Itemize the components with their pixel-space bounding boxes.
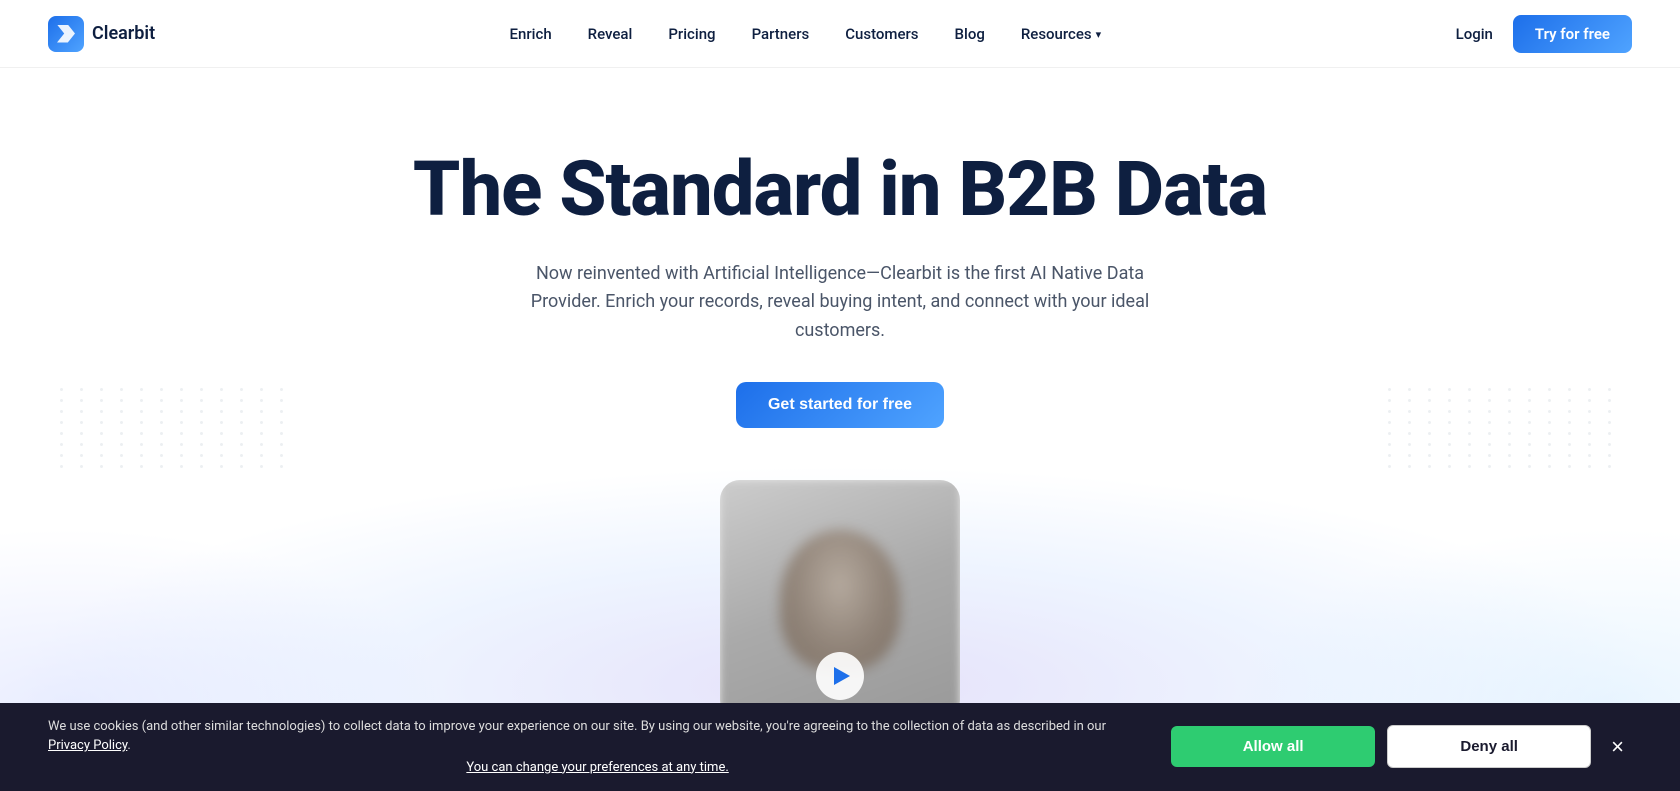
nav-link-blog[interactable]: Blog (955, 25, 985, 43)
privacy-policy-link[interactable]: Privacy Policy (48, 738, 127, 753)
dots-right-decoration: for(let i=0;i<96;i++) document.write('<d… (1388, 388, 1620, 468)
chevron-down-icon: ▾ (1096, 28, 1102, 41)
cookie-banner: We use cookies (and other similar techno… (0, 703, 1680, 791)
nav-link-resources[interactable]: Resources ▾ (1021, 25, 1101, 43)
hero-video[interactable] (720, 480, 960, 720)
cookie-close-button[interactable]: × (1603, 730, 1632, 764)
cookie-message: We use cookies (and other similar techno… (48, 719, 1106, 754)
logo-text: Clearbit (92, 23, 155, 44)
hero-subtitle: Now reinvented with Artificial Intellige… (500, 260, 1180, 346)
change-preferences-link[interactable]: You can change your preferences at any t… (48, 758, 1147, 778)
play-button[interactable] (816, 652, 864, 700)
nav-link-enrich[interactable]: Enrich (510, 25, 552, 43)
cookie-actions: Allow all Deny all × (1171, 725, 1632, 768)
dots-left-decoration: for(let i=0;i<96;i++) document.write('<d… (60, 388, 292, 468)
logo-icon (48, 16, 84, 52)
hero-title: The Standard in B2B Data (413, 148, 1267, 232)
login-link[interactable]: Login (1456, 25, 1493, 43)
hero-section: for(let i=0;i<96;i++) document.write('<d… (0, 68, 1680, 791)
navbar: Clearbit Enrich Reveal Pricing Partners … (0, 0, 1680, 68)
cookie-text: We use cookies (and other similar techno… (48, 717, 1147, 778)
logo-link[interactable]: Clearbit (48, 16, 155, 52)
face-blur (780, 530, 900, 670)
nav-links: Enrich Reveal Pricing Partners Customers… (510, 25, 1102, 43)
get-started-button[interactable]: Get started for free (736, 382, 944, 428)
deny-all-button[interactable]: Deny all (1387, 725, 1591, 768)
nav-link-partners[interactable]: Partners (752, 25, 810, 43)
nav-actions: Login Try for free (1456, 15, 1632, 53)
nav-link-reveal[interactable]: Reveal (588, 25, 633, 43)
nav-link-pricing[interactable]: Pricing (668, 25, 715, 43)
allow-all-button[interactable]: Allow all (1171, 726, 1375, 767)
nav-link-customers[interactable]: Customers (845, 25, 918, 43)
try-for-free-button[interactable]: Try for free (1513, 15, 1632, 53)
